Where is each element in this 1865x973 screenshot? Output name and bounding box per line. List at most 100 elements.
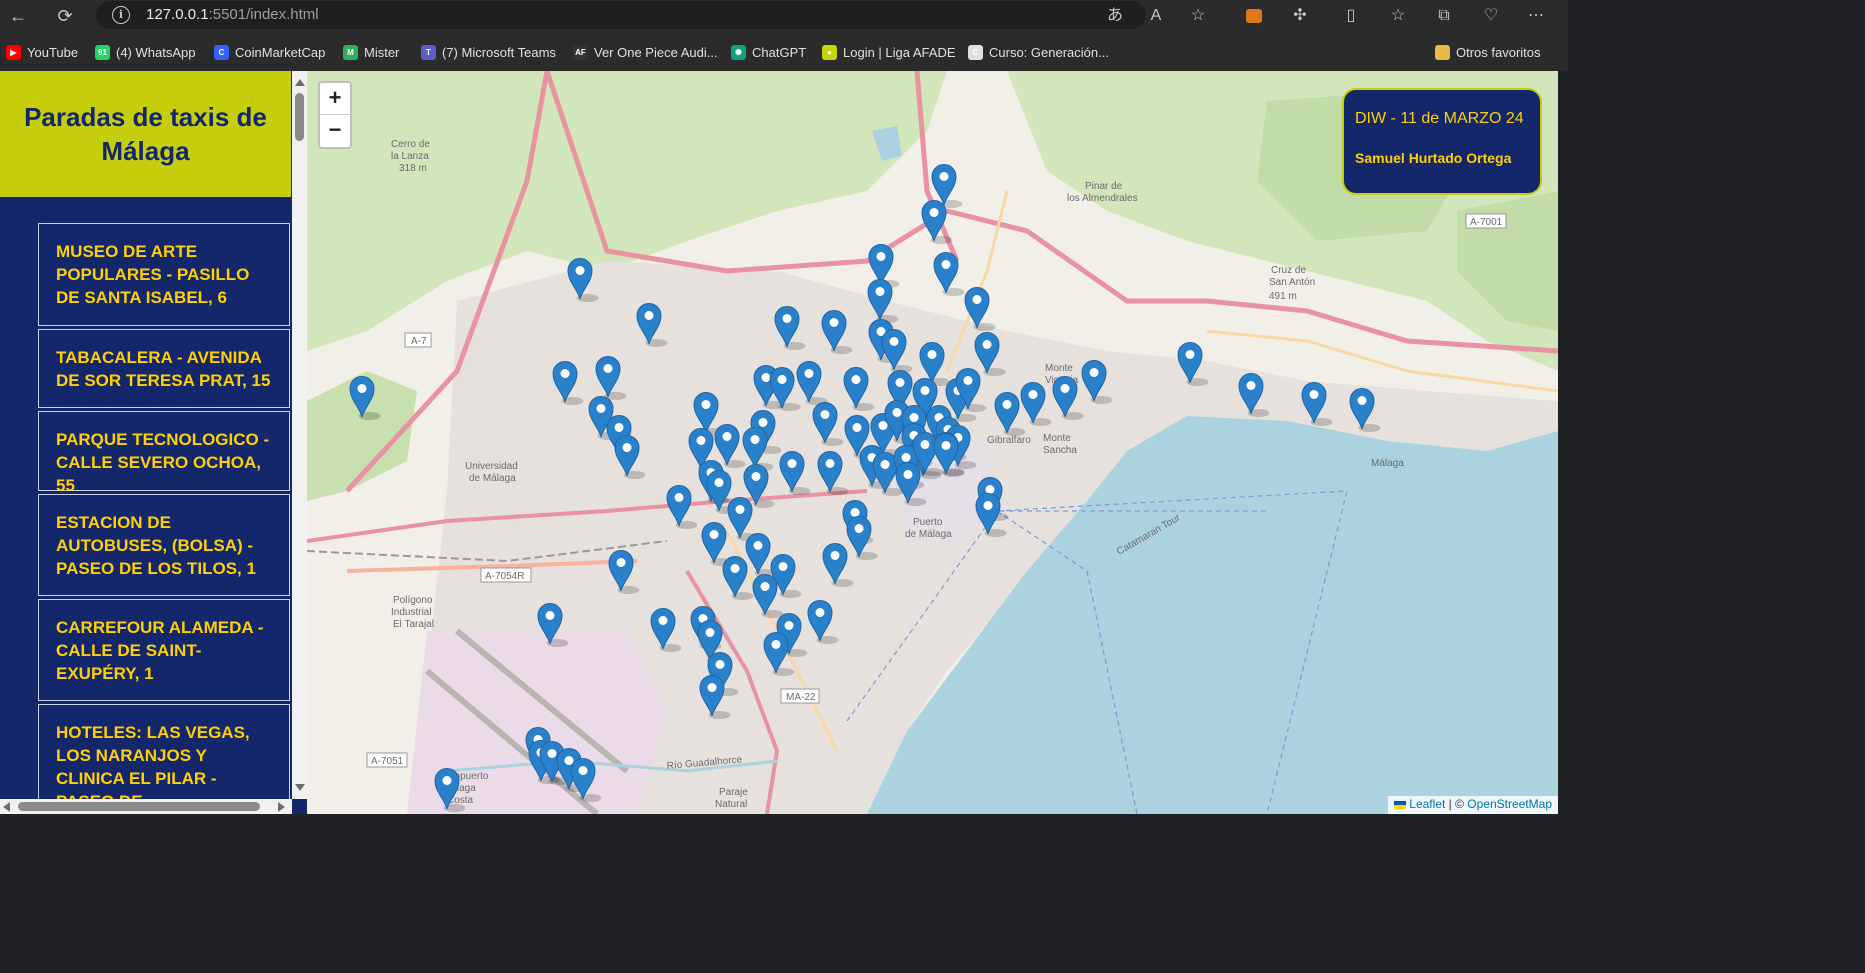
bookmark-coinmarketcap[interactable]: C CoinMarketCap <box>214 42 325 62</box>
taxi-stop-item[interactable]: ESTACION DE AUTOBUSES, (BOLSA) - PASEO D… <box>38 494 290 596</box>
bookmark-mister[interactable]: M Mister <box>343 42 399 62</box>
scroll-up-arrow-icon[interactable] <box>295 79 305 86</box>
bookmark-label: YouTube <box>27 44 79 60</box>
taxi-stop-marker[interactable] <box>796 360 828 406</box>
taxi-stop-marker[interactable] <box>552 360 584 406</box>
taxi-stop-marker[interactable] <box>822 542 854 588</box>
taxi-stop-marker[interactable] <box>636 302 668 348</box>
scroll-right-arrow-icon[interactable] <box>278 802 285 812</box>
reload-icon[interactable]: ⟳ <box>53 4 77 28</box>
performance-icon[interactable]: ♡ <box>1479 4 1503 28</box>
bookmark-label: (4) WhatsApp <box>116 44 196 60</box>
bookmark-liga-afade[interactable]: ● Login | Liga AFADE <box>822 42 956 62</box>
favorites-icon[interactable]: ☆ <box>1386 4 1410 28</box>
collections-icon[interactable]: ⧉ <box>1432 4 1456 28</box>
taxi-stop-marker[interactable] <box>843 366 875 412</box>
more-menu-icon[interactable]: ⋯ <box>1524 4 1548 28</box>
bookmark-animeflv[interactable]: AF Ver One Piece Audi... <box>573 42 718 62</box>
taxi-stop-marker[interactable] <box>349 375 381 421</box>
taxi-stop-marker[interactable] <box>614 434 646 480</box>
taxi-stop-marker[interactable] <box>699 674 731 720</box>
horizontal-scrollbar[interactable] <box>0 799 292 814</box>
taxi-stop-marker[interactable] <box>537 602 569 648</box>
openstreetmap-link[interactable]: OpenStreetMap <box>1467 797 1552 811</box>
taxi-stop-marker[interactable] <box>817 450 849 496</box>
read-aloud-icon[interactable]: A <box>1144 4 1168 28</box>
back-icon[interactable]: ← <box>6 4 30 28</box>
bookmark-label: (7) Microsoft Teams <box>442 44 556 60</box>
zoom-out-button[interactable]: − <box>320 115 350 147</box>
translate-icon[interactable]: あ <box>1103 4 1127 28</box>
split-screen-icon[interactable]: ▯ <box>1339 4 1363 28</box>
info-box: DIW - 11 de MARZO 24 Samuel Hurtado Orte… <box>1342 88 1542 195</box>
url-text[interactable]: 127.0.0.1:5501/index.html <box>146 6 319 23</box>
taxi-stop-marker[interactable] <box>1020 381 1052 427</box>
vertical-scrollbar[interactable] <box>292 71 307 799</box>
taxi-stop-marker[interactable] <box>714 423 746 469</box>
taxi-stop-marker[interactable] <box>570 757 602 803</box>
zoom-control: + − <box>318 81 352 149</box>
bookmark-teams[interactable]: T (7) Microsoft Teams <box>421 42 556 62</box>
taxi-stop-marker[interactable] <box>1301 381 1333 427</box>
favorites-bar: ▶ YouTube 91 (4) WhatsApp C CoinMarketCap M Mis… <box>0 38 1568 66</box>
taxi-stop-marker[interactable] <box>964 286 996 332</box>
bookmark-label: Ver One Piece Audi... <box>594 44 718 60</box>
page-title: Paradas de taxis de Málaga <box>0 71 291 197</box>
bookmark-chatgpt[interactable]: ✺ ChatGPT <box>731 42 806 62</box>
taxi-stop-marker[interactable] <box>933 251 965 297</box>
taxi-stop-marker[interactable] <box>774 305 806 351</box>
taxi-stop-item[interactable]: TABACALERA - AVENIDA DE SOR TERESA PRAT,… <box>38 329 290 408</box>
curso-icon: C <box>968 44 983 60</box>
taxi-stop-marker[interactable] <box>994 391 1026 437</box>
taxi-stop-marker[interactable] <box>807 599 839 645</box>
taxi-stop-marker[interactable] <box>1081 359 1113 405</box>
mister-icon: M <box>343 44 358 60</box>
metamask-icon[interactable] <box>1242 4 1266 28</box>
taxi-stop-marker[interactable] <box>846 515 878 561</box>
taxi-stop-item[interactable]: HOTELES: LAS VEGAS, LOS NARANJOS Y CLINI… <box>38 704 290 814</box>
zoom-in-button[interactable]: + <box>320 83 350 115</box>
taxi-stop-item[interactable]: PARQUE TECNOLOGICO - CALLE SEVERO OCHOA,… <box>38 411 290 495</box>
bookmark-label: CoinMarketCap <box>235 44 326 60</box>
taxi-stop-marker[interactable] <box>821 309 853 355</box>
taxi-stop-item[interactable]: CARREFOUR ALAMEDA - CALLE DE SAINT-EXUPÉ… <box>38 599 290 701</box>
map-attribution: Leaflet | © OpenStreetMap <box>1388 796 1558 814</box>
taxi-stop-marker[interactable] <box>1349 387 1381 433</box>
taxi-stop-marker[interactable] <box>608 549 640 595</box>
taxi-stop-item[interactable]: MUSEO DE ARTE POPULARES - PASILLO DE SAN… <box>38 223 290 326</box>
info-date: DIW - 11 de MARZO 24 <box>1355 110 1524 127</box>
scroll-left-arrow-icon[interactable] <box>3 802 10 812</box>
scroll-down-arrow-icon[interactable] <box>295 784 305 791</box>
address-bar[interactable]: i 127.0.0.1:5501/index.html <box>96 1 1146 29</box>
scrollbar-thumb[interactable] <box>295 93 304 141</box>
taxi-stop-marker[interactable] <box>1177 341 1209 387</box>
extensions-icon[interactable]: ✣ <box>1288 4 1312 28</box>
taxi-stop-marker[interactable] <box>881 328 913 374</box>
site-info-icon[interactable]: i <box>112 6 130 24</box>
taxi-stop-marker[interactable] <box>722 555 754 601</box>
favorite-star-icon[interactable]: ☆ <box>1186 4 1210 28</box>
bookmark-whatsapp[interactable]: 91 (4) WhatsApp <box>95 42 195 62</box>
taxi-stop-marker[interactable] <box>1238 372 1270 418</box>
taxi-stop-marker[interactable] <box>779 450 811 496</box>
leaflet-link[interactable]: Leaflet <box>1409 797 1445 811</box>
scrollbar-thumb-horizontal[interactable] <box>18 802 260 811</box>
bookmark-curso[interactable]: C Curso: Generación... <box>968 42 1109 62</box>
taxi-stop-marker[interactable] <box>666 484 698 530</box>
taxi-stop-marker[interactable] <box>812 401 844 447</box>
taxi-stop-marker[interactable] <box>974 331 1006 377</box>
taxi-stop-marker[interactable] <box>650 607 682 653</box>
taxi-stop-marker[interactable] <box>595 355 627 401</box>
attribution-separator: | © <box>1445 797 1468 811</box>
ukraine-flag-icon <box>1394 800 1407 809</box>
other-favorites-label: Otros favoritos <box>1456 44 1541 60</box>
map[interactable]: Cerro de la Lanza 318 m Universidad de M… <box>307 71 1558 814</box>
taxi-stop-marker[interactable] <box>434 767 466 813</box>
bookmark-label: Mister <box>364 44 400 60</box>
other-favorites-folder[interactable]: Otros favoritos <box>1435 42 1541 62</box>
taxi-stop-marker[interactable] <box>1052 375 1084 421</box>
bookmark-youtube[interactable]: ▶ YouTube <box>6 42 78 62</box>
browser-chrome: ← ⟳ i 127.0.0.1:5501/index.html あ A ☆ ✣ … <box>0 0 1568 71</box>
address-row: ← ⟳ i 127.0.0.1:5501/index.html あ A ☆ ✣ … <box>0 0 1568 32</box>
taxi-stop-marker[interactable] <box>567 257 599 303</box>
